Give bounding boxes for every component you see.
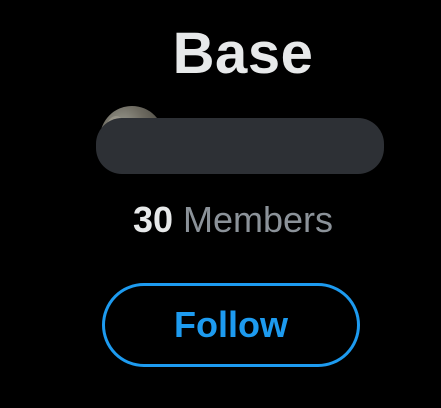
redacted-member-name <box>96 118 384 174</box>
community-card: Base 30 Members Follow <box>0 0 441 408</box>
member-preview[interactable] <box>96 106 384 174</box>
members-label: Members <box>183 199 334 240</box>
follow-button[interactable]: Follow <box>102 283 360 367</box>
community-title: Base <box>172 21 314 86</box>
follow-button-label: Follow <box>174 304 288 345</box>
member-count: 30 <box>132 199 173 240</box>
member-stats[interactable]: 30 Members <box>0 198 441 242</box>
